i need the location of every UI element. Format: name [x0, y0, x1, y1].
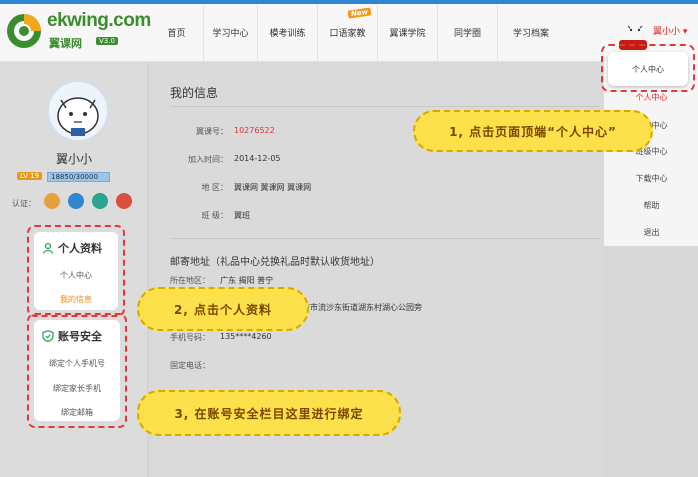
nav-classmates[interactable]: 同学圈: [438, 4, 498, 61]
phone-cert-icon[interactable]: [92, 193, 108, 209]
profile-nickname: 翼小小: [55, 152, 92, 166]
user-name: 翼小小 ▾: [653, 24, 687, 37]
row-label-class: 班 级：: [201, 211, 228, 220]
row-value-mobile: 135****4260: [220, 332, 272, 341]
callout-step-2: 2, 点击个人资料: [137, 287, 309, 331]
new-badge: New: [347, 7, 372, 19]
logo[interactable]: ekwing.com 翼课网 V3.0: [4, 6, 154, 56]
version-badge: V3.0: [96, 37, 118, 45]
dd-item-logout[interactable]: 退出: [604, 227, 698, 238]
nav-study-archive[interactable]: 学习档案: [498, 4, 564, 61]
nav-home[interactable]: 首页: [150, 4, 204, 61]
top-navbar: ekwing.com 翼课网 V3.0 首页 学习中心 模考训练 口语家教 Ne…: [0, 0, 698, 62]
nav-oral-tutor[interactable]: 口语家教 New: [318, 4, 378, 61]
nav-mock-exam[interactable]: 模考训练: [258, 4, 318, 61]
level-badge: LV 19: [17, 172, 43, 180]
home-cert-icon[interactable]: [68, 193, 84, 209]
row-label-join: 加入时间：: [188, 155, 228, 164]
callout-step-3: 3, 在账号安全栏目这里进行绑定: [137, 390, 401, 436]
row-label-region: 地 区：: [201, 183, 228, 192]
avatar-face-icon: [57, 97, 99, 136]
divider: [170, 238, 600, 239]
user-name-label: 翼小小: [653, 27, 681, 37]
row-value-street: 宁市流沙东街道湖东村湖心公园旁: [302, 303, 422, 312]
nav-study-center[interactable]: 学习中心: [204, 4, 258, 61]
nav-oral-tutor-label: 口语家教: [329, 29, 366, 39]
row-value-id: 10276522: [234, 126, 275, 135]
logo-mark-icon: [7, 14, 41, 48]
divider: [170, 106, 600, 107]
dd-item-personal-center[interactable]: 个人中心: [604, 92, 698, 103]
profile-sidebar: 翼小小 LV 19 18850/30000 认证： 个人资料 个人中心 我的信息…: [0, 62, 148, 477]
main-nav: 首页 学习中心 模考训练 口语家教 New 翼课学院 同学圈 学习档案: [150, 4, 564, 61]
avatar[interactable]: [47, 80, 109, 142]
heart-cert-icon[interactable]: [44, 193, 60, 209]
address-title: 邮寄地址（礼品中心兑换礼品时默认收货地址）: [170, 257, 380, 268]
user-mini-avatar-icon: [627, 25, 643, 32]
chevron-down-icon: ▾: [682, 27, 688, 37]
highlight-account-security: [27, 313, 127, 428]
highlight-personal-info: [27, 225, 125, 317]
row-label-landline: 固定电话：: [170, 361, 210, 370]
dd-item-help[interactable]: 帮助: [604, 200, 698, 211]
nav-ekwing-academy[interactable]: 翼课学院: [378, 4, 438, 61]
email-cert-icon[interactable]: [116, 193, 132, 209]
row-value-join: 2014-12-05: [234, 154, 281, 163]
row-value-region: 翼课网 翼课网 翼课网: [234, 183, 312, 192]
row-label-id: 翼课号：: [196, 127, 228, 136]
page-title: 我的信息: [170, 86, 219, 100]
logo-cn: 翼课网: [49, 37, 82, 50]
row-value-class: 翼班: [234, 211, 250, 220]
cert-label: 认证：: [12, 199, 36, 208]
row-value-area: 广东 揭阳 普宁: [220, 276, 274, 285]
exp-bar: 18850/30000: [47, 172, 110, 182]
logo-text: ekwing.com: [47, 10, 151, 31]
highlight-personal-center: [601, 44, 695, 92]
dd-item-download-center[interactable]: 下载中心: [604, 173, 698, 184]
callout-step-1: 1, 点击页面顶端“个人中心”: [413, 110, 653, 152]
